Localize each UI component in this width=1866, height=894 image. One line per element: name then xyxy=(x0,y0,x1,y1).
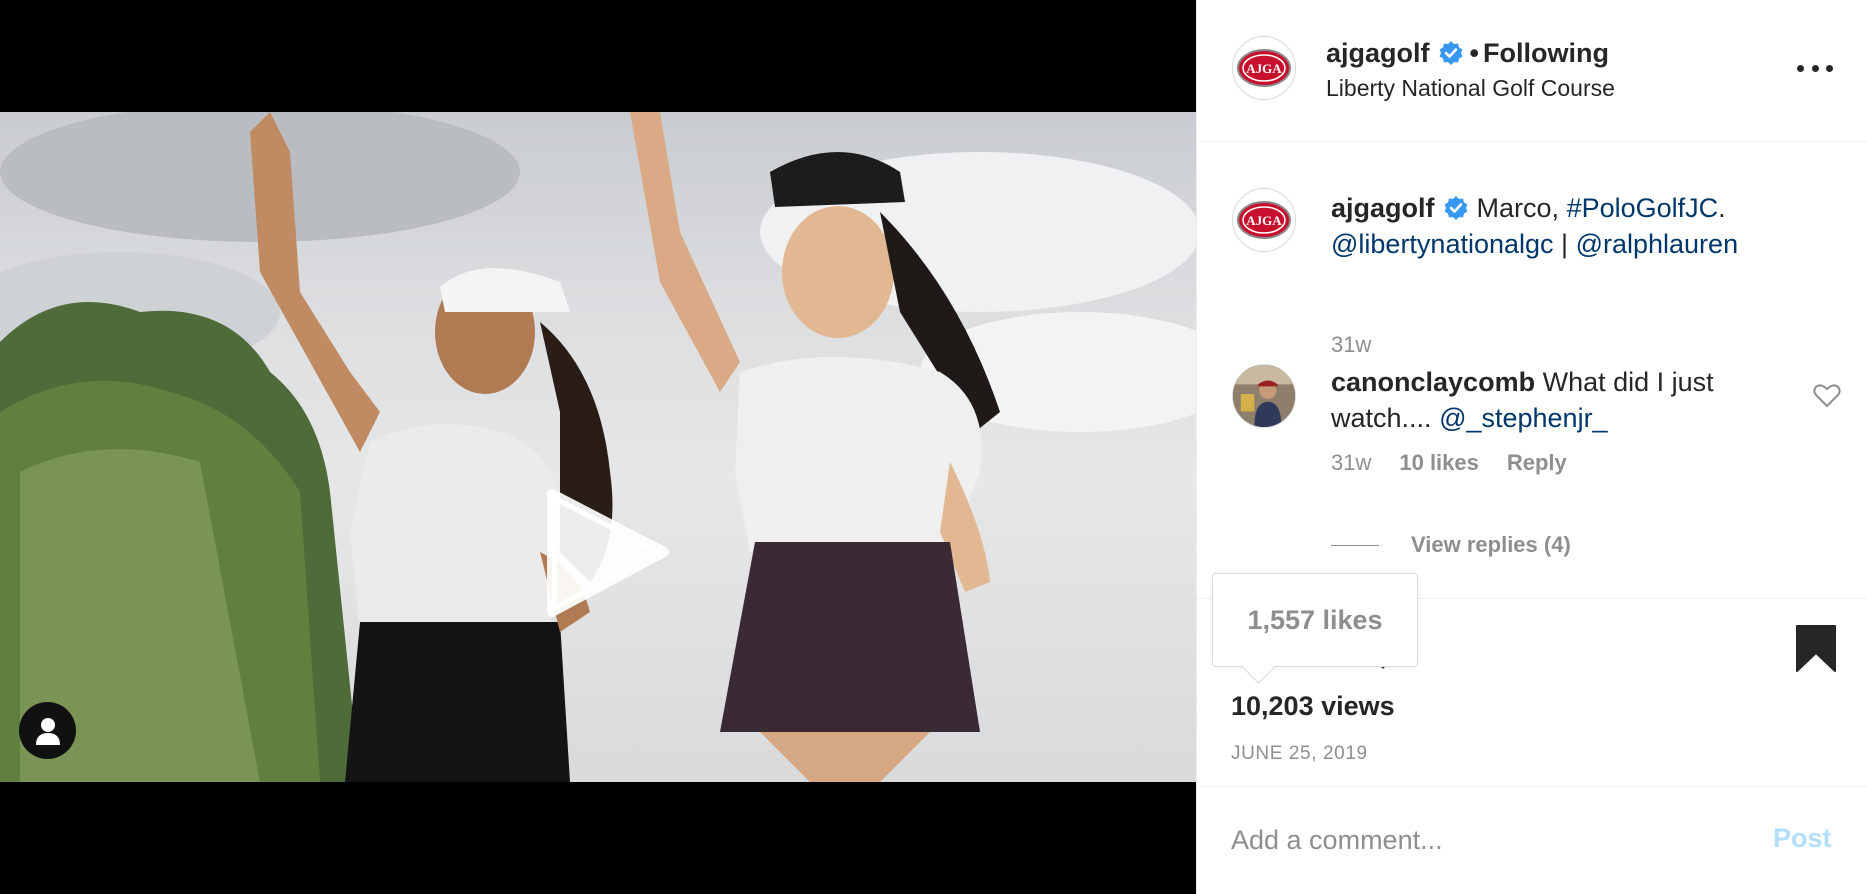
mention-link[interactable]: @_stephenjr_ xyxy=(1439,403,1608,433)
caption-username[interactable]: ajgagolf xyxy=(1331,193,1435,223)
comment-text: canonclaycomb What did I just watch.... … xyxy=(1331,364,1811,436)
view-replies-label[interactable]: View replies (4) xyxy=(1411,532,1571,558)
mention-link[interactable]: @ralphlauren xyxy=(1576,229,1739,259)
caption-text: ajgagolf Marco, #PoloGolfJC. @libertynat… xyxy=(1331,190,1811,262)
video-frame[interactable] xyxy=(0,112,1196,782)
heart-icon[interactable] xyxy=(1813,382,1841,408)
view-replies-button[interactable]: View replies (4) xyxy=(1331,532,1571,558)
avatar[interactable] xyxy=(1232,364,1296,428)
add-comment-bar: Post xyxy=(1197,786,1866,894)
post-actions: 1,557 likes 10,203 views JUNE 25, 2019 xyxy=(1197,573,1866,786)
post-button[interactable]: Post xyxy=(1773,823,1832,854)
post-header: AJGA ajgagolf • Following Liberty Nationa… xyxy=(1197,0,1866,142)
caption-message: Marco, xyxy=(1476,193,1560,223)
hashtag-link[interactable]: #PoloGolfJC xyxy=(1567,193,1719,223)
replies-line xyxy=(1331,544,1379,546)
ajga-logo: AJGA xyxy=(1237,201,1291,239)
following-button[interactable]: Following xyxy=(1483,38,1609,68)
views-count[interactable]: 10,203 views xyxy=(1231,691,1395,722)
comment-time[interactable]: 31w xyxy=(1331,450,1371,475)
user-tag-icon[interactable] xyxy=(19,702,76,759)
comment-input[interactable] xyxy=(1231,815,1751,865)
ajga-logo: AJGA xyxy=(1237,49,1291,87)
header-username[interactable]: ajgagolf • Following xyxy=(1326,38,1609,69)
comment-meta: 31w 10 likes Reply xyxy=(1331,450,1595,476)
commenter-photo xyxy=(1233,365,1295,427)
comment-username[interactable]: canonclaycomb xyxy=(1331,367,1535,397)
more-icon[interactable] xyxy=(1797,56,1833,80)
post-details-panel: AJGA ajgagolf • Following Liberty Nationa… xyxy=(1196,0,1866,894)
separator-dot: • xyxy=(1469,38,1479,68)
caption-time[interactable]: 31w xyxy=(1331,332,1371,357)
svg-text:AJGA: AJGA xyxy=(1246,213,1282,228)
location-link[interactable]: Liberty National Golf Course xyxy=(1326,75,1615,102)
mention-link[interactable]: @libertynationalgc xyxy=(1331,229,1554,259)
caption-meta: 31w xyxy=(1331,332,1399,358)
video-thumbnail xyxy=(0,112,1196,782)
post-view: AJGA ajgagolf • Following Liberty Nationa… xyxy=(0,0,1866,894)
likes-tooltip: 1,557 likes xyxy=(1212,573,1418,667)
avatar[interactable]: AJGA xyxy=(1232,36,1296,100)
comments-section[interactable]: AJGA ajgagolf Marco, #PoloGolfJC. @liber… xyxy=(1197,142,1866,600)
post-date[interactable]: JUNE 25, 2019 xyxy=(1231,743,1368,765)
caption-divider: | xyxy=(1561,229,1569,259)
play-icon[interactable] xyxy=(540,488,670,618)
video-player[interactable] xyxy=(0,0,1196,894)
avatar[interactable]: AJGA xyxy=(1232,188,1296,252)
comment-likes[interactable]: 10 likes xyxy=(1399,450,1479,475)
verified-icon xyxy=(1439,41,1463,65)
username-text[interactable]: ajgagolf xyxy=(1326,38,1430,68)
reply-button[interactable]: Reply xyxy=(1507,450,1567,475)
verified-icon xyxy=(1444,196,1468,220)
bookmark-icon[interactable] xyxy=(1793,623,1839,673)
svg-text:AJGA: AJGA xyxy=(1246,61,1282,76)
caption-period: . xyxy=(1718,193,1726,223)
